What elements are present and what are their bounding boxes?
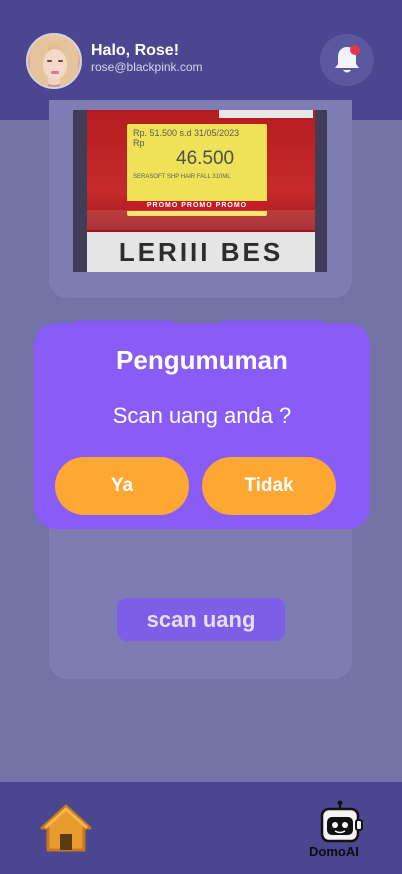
product-brand-text: LERIII BES xyxy=(87,232,315,272)
dialog-message: Scan uang anda ? xyxy=(112,403,292,428)
notification-button[interactable] xyxy=(320,34,374,86)
bell-icon xyxy=(335,45,360,73)
announcement-dialog: Pengumuman Scan uang anda ? Ya Tidak xyxy=(34,323,370,529)
price-label-currency: Rp xyxy=(133,138,145,148)
price-label-old: Rp. 51.500 s.d 31/05/2023 xyxy=(133,128,240,138)
scan-money-button[interactable]: scan uang xyxy=(117,598,285,641)
notification-dot xyxy=(350,45,360,55)
price-label-price: 46.500 xyxy=(176,148,235,169)
user-email: rose@blackpink.com xyxy=(91,60,203,74)
price-label-product: SERASOFT SHP HAIR FALL 310ML xyxy=(133,174,231,180)
yes-button[interactable]: Ya xyxy=(55,457,189,515)
avatar[interactable] xyxy=(26,33,82,89)
dialog-title: Pengumuman xyxy=(116,345,288,375)
nav-domoai-button[interactable]: DomoAI xyxy=(306,800,376,862)
bottom-nav: DomoAI xyxy=(0,782,402,874)
robot-icon xyxy=(320,800,363,843)
greeting-text: Halo, Rose! xyxy=(91,42,180,59)
no-button[interactable]: Tidak xyxy=(202,457,336,515)
scanned-photo: Rp. 51.500 s.d 31/05/2023 Rp 46.500 SERA… xyxy=(73,110,327,272)
nav-domoai-label: DomoAI xyxy=(309,844,359,859)
home-icon xyxy=(40,804,92,852)
nav-home-button[interactable] xyxy=(38,802,94,854)
